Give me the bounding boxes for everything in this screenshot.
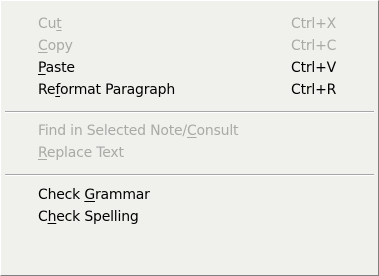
menu-item-cut-label: Cut bbox=[38, 16, 62, 32]
mnemonic-char: f bbox=[55, 82, 61, 98]
menu-item-reformat-paragraph-shortcut: Ctrl+R bbox=[291, 82, 337, 98]
menu-item-check-spelling[interactable]: Check Spelling bbox=[1, 208, 378, 230]
menu-item-find-label: Find in Selected Note/Consult bbox=[38, 123, 239, 139]
menu-item-check-spelling-label: Check Spelling bbox=[38, 209, 139, 225]
menu-item-reformat-paragraph[interactable]: Reformat Paragraph Ctrl+R bbox=[1, 81, 378, 103]
mnemonic-char: G bbox=[84, 187, 95, 203]
mnemonic-char: h bbox=[47, 209, 57, 225]
mnemonic-char: P bbox=[38, 60, 46, 76]
menu-item-cut[interactable]: Cut Ctrl+X bbox=[1, 15, 378, 37]
menu-item-paste-label: Paste bbox=[38, 60, 75, 76]
menu-item-cut-shortcut: Ctrl+X bbox=[291, 16, 337, 32]
menu-item-replace-text-label: Replace Text bbox=[38, 145, 124, 161]
menu-item-replace-text[interactable]: Replace Text bbox=[1, 144, 378, 166]
menu-item-copy-shortcut: Ctrl+C bbox=[291, 38, 337, 54]
mnemonic-char: C bbox=[186, 123, 197, 139]
mnemonic-char: R bbox=[38, 145, 47, 161]
menu-item-find-in-selected-note[interactable]: Find in Selected Note/Consult bbox=[1, 122, 378, 144]
menu-item-check-grammar[interactable]: Check Grammar bbox=[1, 186, 378, 208]
menu-item-paste[interactable]: Paste Ctrl+V bbox=[1, 59, 378, 81]
menu-item-copy-label: Copy bbox=[38, 38, 73, 54]
menu-item-paste-shortcut: Ctrl+V bbox=[291, 60, 337, 76]
mnemonic-char: t bbox=[56, 16, 62, 32]
menu-separator bbox=[5, 174, 374, 176]
menu-item-check-grammar-label: Check Grammar bbox=[38, 187, 150, 203]
menu-item-copy[interactable]: Copy Ctrl+C bbox=[1, 37, 378, 59]
edit-context-menu: Cut Ctrl+X Copy Ctrl+C Paste Ctrl+V Refo… bbox=[0, 0, 379, 276]
mnemonic-char: C bbox=[38, 38, 48, 54]
menu-item-reformat-paragraph-label: Reformat Paragraph bbox=[38, 82, 175, 98]
menu-separator bbox=[5, 111, 374, 113]
